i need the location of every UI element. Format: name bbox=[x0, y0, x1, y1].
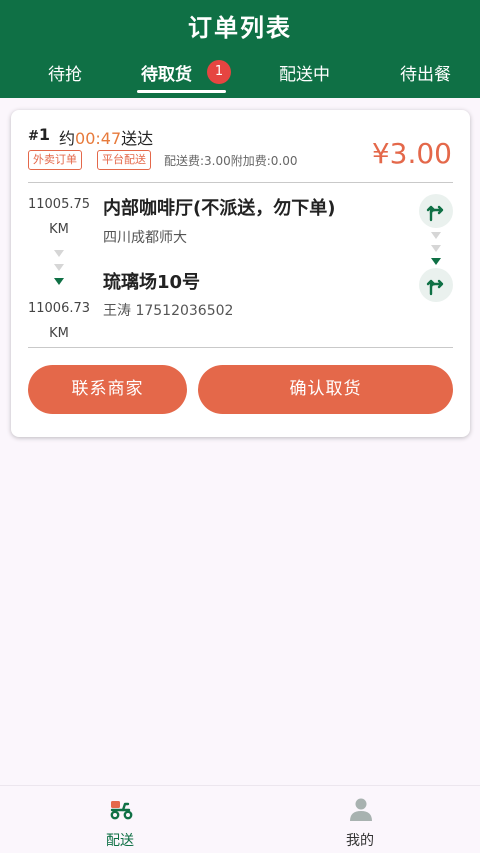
route-arrow-icon bbox=[431, 258, 441, 265]
order-price: ¥3.00 bbox=[371, 137, 452, 170]
divider bbox=[28, 182, 453, 183]
nav-label-mine: 我的 bbox=[346, 833, 374, 849]
pickup-distance-unit: KM bbox=[49, 222, 69, 237]
dropoff-distance-value: 11006.73 bbox=[27, 301, 91, 316]
contact-merchant-button[interactable]: 联系商家 bbox=[28, 365, 187, 414]
order-card[interactable]: #1 约00:47送达 外卖订单 平台配送 配送费:3.00附加费:0.00 ¥… bbox=[11, 110, 470, 437]
page-title: 订单列表 bbox=[188, 14, 292, 42]
route-arrow-icon bbox=[431, 232, 441, 239]
bottom-nav: 配送 我的 bbox=[0, 785, 480, 853]
tag-platform-delivery: 平台配送 bbox=[97, 150, 151, 170]
app-header: 订单列表 待抢 待取货 1 配送中 待出餐 bbox=[0, 0, 480, 98]
dropoff-distance-unit: KM bbox=[49, 326, 69, 341]
navigation-icon bbox=[426, 279, 444, 296]
dropoff-distance: 11006.73 KM bbox=[23, 296, 95, 346]
eta-time: 00:47 bbox=[75, 129, 122, 148]
pickup-navigate-button[interactable] bbox=[419, 194, 453, 228]
active-tab-indicator bbox=[137, 90, 226, 93]
dropoff-navigate-button[interactable] bbox=[419, 268, 453, 302]
pickup-address: 四川成都师大 bbox=[103, 230, 187, 246]
route-arrow-icon bbox=[54, 250, 64, 257]
eta-prefix: 约 bbox=[59, 129, 76, 148]
tab-waiting-meal[interactable]: 待出餐 bbox=[400, 60, 451, 85]
nav-label-delivery: 配送 bbox=[106, 833, 134, 849]
order-number-value: 1 bbox=[38, 125, 51, 144]
tab-waiting-pickup[interactable]: 待取货 bbox=[141, 60, 192, 85]
order-number-prefix: # bbox=[28, 129, 39, 144]
navigation-icon bbox=[426, 205, 444, 222]
pickup-distance: 11005.75 KM bbox=[23, 192, 95, 242]
tab-waiting-grab[interactable]: 待抢 bbox=[48, 60, 82, 85]
pickup-name: 内部咖啡厅(不派送，勿下单) bbox=[103, 198, 336, 219]
nav-item-mine[interactable]: 我的 bbox=[240, 786, 480, 853]
route-arrow-icon bbox=[54, 264, 64, 271]
nav-item-delivery[interactable]: 配送 bbox=[0, 786, 240, 853]
tag-takeout-order: 外卖订单 bbox=[28, 150, 82, 170]
divider bbox=[28, 347, 453, 348]
route-arrow-icon bbox=[54, 278, 64, 285]
tab-badge-count: 1 bbox=[207, 60, 231, 84]
fee-text: 配送费:3.00附加费:0.00 bbox=[164, 154, 298, 168]
order-number: #1 bbox=[28, 125, 50, 144]
order-eta: 约00:47送达 bbox=[59, 125, 153, 149]
pickup-distance-value: 11005.75 bbox=[27, 197, 91, 212]
route-arrow-icon bbox=[431, 245, 441, 252]
dropoff-name: 琉璃场10号 bbox=[103, 272, 201, 293]
person-icon bbox=[350, 798, 372, 821]
confirm-pickup-button[interactable]: 确认取货 bbox=[198, 365, 453, 414]
tab-delivering[interactable]: 配送中 bbox=[279, 60, 330, 85]
scooter-icon bbox=[110, 801, 133, 820]
dropoff-contact: 王涛 17512036502 bbox=[103, 303, 234, 319]
order-tabs: 待抢 待取货 1 配送中 待出餐 bbox=[0, 50, 480, 98]
eta-suffix: 送达 bbox=[121, 129, 154, 148]
